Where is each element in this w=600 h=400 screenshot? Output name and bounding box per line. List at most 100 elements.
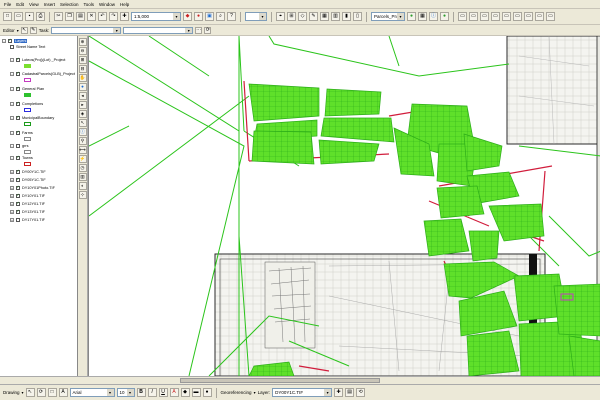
map-view[interactable] — [88, 36, 600, 376]
target-layer-combo[interactable]: ▾ — [123, 26, 194, 34]
select-elements-icon[interactable]: ↖ — [78, 119, 87, 127]
search-icon[interactable]: ⌕ — [216, 12, 225, 21]
zoom-out-icon[interactable]: ⊖ — [78, 47, 87, 55]
layer-visibility-checkbox[interactable]: ✓ — [16, 170, 20, 174]
target-combo[interactable]: Parcels_Proj ▾ — [371, 12, 405, 21]
toc-layer-item[interactable]: - ✓ CadastralParcels(GLB)_Project — [10, 72, 75, 76]
horizontal-scrollbar[interactable] — [0, 376, 600, 384]
menu-help[interactable]: Help — [120, 2, 129, 7]
layer-visibility-checkbox[interactable] — [16, 144, 20, 148]
view-icon[interactable]: ▭ — [513, 12, 522, 21]
fixed-zoom-icon[interactable]: ▭ — [491, 12, 500, 21]
georef-icon[interactable]: ⊹ — [78, 191, 87, 199]
editor-menu[interactable]: Editor — [3, 28, 15, 33]
rotate-raster-icon[interactable]: ⟲ — [356, 388, 366, 397]
toc-layer-item[interactable]: - ✓ MunicipalBoundary — [10, 116, 54, 120]
georeferencing-menu[interactable]: Georeferencing — [221, 390, 252, 395]
toc-layer-item[interactable]: Street Name Text — [10, 45, 45, 49]
edit-tool-icon[interactable]: ↖ — [20, 26, 28, 34]
layer-visibility-checkbox[interactable] — [10, 45, 14, 49]
layer-visibility-checkbox[interactable] — [16, 218, 20, 222]
expand-icon[interactable]: + — [10, 210, 14, 214]
scrollbar-thumb[interactable] — [180, 378, 380, 383]
toc-layer-item[interactable]: + DY17Y01.TIF — [10, 218, 45, 222]
fill-color-icon[interactable]: ◆ — [180, 388, 190, 397]
collapse-icon[interactable]: - — [2, 39, 6, 43]
save-icon[interactable]: ▪ — [25, 12, 34, 21]
toc-layer-item[interactable]: - ✓ Completions — [10, 102, 43, 106]
toc-layer-item[interactable]: + ✓ DY12Y01.TIF — [10, 202, 45, 206]
map-canvas[interactable] — [89, 36, 600, 376]
menu-edit[interactable]: Edit — [16, 2, 24, 7]
toc-layer-item[interactable]: - ✓ Farms — [10, 131, 33, 135]
paste-icon[interactable]: ▤ — [76, 12, 85, 21]
line-color-icon[interactable]: ▬ — [191, 388, 201, 397]
toc-layer-item[interactable]: + ✓ DY00Y1C.TIF — [10, 170, 46, 174]
expand-icon[interactable]: + — [10, 178, 14, 182]
sketch-icon[interactable]: ✎ — [309, 12, 318, 21]
menu-window[interactable]: Window — [99, 2, 115, 7]
swipe-icon[interactable]: ▥ — [78, 173, 87, 181]
expand-icon[interactable]: + — [10, 202, 14, 206]
expand-icon[interactable]: + — [10, 170, 14, 174]
grid-icon[interactable]: ▦ — [418, 12, 427, 21]
arctoolbox-icon[interactable]: ● — [194, 12, 203, 21]
toc-layer-item[interactable]: - ✓ Towns — [10, 156, 33, 160]
time-slider-icon[interactable]: ◷ — [78, 164, 87, 172]
layer-visibility-checkbox[interactable]: ✓ — [16, 102, 20, 106]
attributes-icon[interactable]: ▦ — [320, 12, 329, 21]
toc-layer-item[interactable]: + ✓ DY10Y01.TIF — [10, 194, 45, 198]
copy-icon[interactable]: ❐ — [65, 12, 74, 21]
pan-layout-icon[interactable]: ▭ — [480, 12, 489, 21]
menu-insert[interactable]: Insert — [44, 2, 55, 7]
underline-icon[interactable]: U — [158, 388, 168, 397]
catalog-icon[interactable]: ▣ — [205, 12, 214, 21]
collapse-icon[interactable]: - — [10, 102, 14, 106]
collapse-icon[interactable]: - — [10, 72, 14, 76]
layer-visibility-checkbox[interactable]: ✓ — [16, 202, 20, 206]
bold-icon[interactable]: B — [136, 388, 146, 397]
toggle-icon[interactable]: ▭ — [546, 12, 555, 21]
cut-icon[interactable]: ✂ — [54, 12, 63, 21]
redo-icon[interactable]: ↷ — [109, 12, 118, 21]
graph-icon[interactable]: ▮ — [342, 12, 351, 21]
menu-view[interactable]: View — [29, 2, 39, 7]
effects-icon[interactable]: ◐ — [78, 182, 87, 190]
font-combo[interactable]: Arial ▾ — [69, 388, 115, 397]
zoom-layout-icon[interactable]: ▭ — [469, 12, 478, 21]
layer-combo[interactable]: ▾ — [245, 12, 267, 21]
marker-color-icon[interactable]: ● — [202, 388, 212, 397]
pan-icon[interactable]: ✋ — [78, 74, 87, 82]
collapse-icon[interactable]: - — [10, 87, 14, 91]
rotate-icon[interactable]: ⟳ — [36, 388, 46, 397]
open-icon[interactable]: ▭ — [14, 12, 23, 21]
layer-visibility-checkbox[interactable]: ✓ — [16, 156, 20, 160]
layer-visibility-checkbox[interactable]: ✓ — [8, 39, 12, 43]
collapse-icon[interactable]: - — [10, 156, 14, 160]
delete-icon[interactable]: ✕ — [87, 12, 96, 21]
size-combo[interactable]: 10 ▾ — [116, 388, 135, 397]
toc-layer-item[interactable]: - grrs — [10, 144, 29, 148]
select-elements-icon[interactable]: ↖ — [25, 388, 35, 397]
toc-layer-item[interactable]: + ✓ DY13Y01.TIF — [10, 210, 45, 214]
layer-visibility-checkbox[interactable]: ✓ — [16, 210, 20, 214]
draft-icon[interactable]: ▭ — [535, 12, 544, 21]
collapse-icon[interactable]: - — [10, 116, 14, 120]
measure-icon[interactable]: ⌖ — [276, 12, 285, 21]
expand-icon[interactable]: + — [10, 186, 14, 190]
back-icon[interactable]: ◂ — [78, 92, 87, 100]
hyperlink-icon[interactable]: ⚡ — [78, 155, 87, 163]
new-icon[interactable]: □ — [3, 12, 12, 21]
focus-icon[interactable]: ▭ — [524, 12, 533, 21]
menu-selection[interactable]: Selection — [60, 2, 79, 7]
editor-toolbar-icon[interactable]: ◆ — [183, 12, 192, 21]
drawing-menu[interactable]: Drawing — [3, 390, 20, 395]
zoom-in-icon[interactable]: ⊕ — [78, 38, 87, 46]
page-icon[interactable]: ▭ — [502, 12, 511, 21]
toc-layer-item[interactable]: + ✓ DY05Y1C.TIF — [10, 178, 46, 182]
report-icon[interactable]: ▯ — [353, 12, 362, 21]
menu-file[interactable]: File — [4, 2, 11, 7]
fixed-zoom-in-icon[interactable]: ⊞ — [78, 56, 87, 64]
snapping-icon[interactable]: ⊞ — [287, 12, 296, 21]
identify-icon[interactable]: ⓘ — [78, 128, 87, 136]
